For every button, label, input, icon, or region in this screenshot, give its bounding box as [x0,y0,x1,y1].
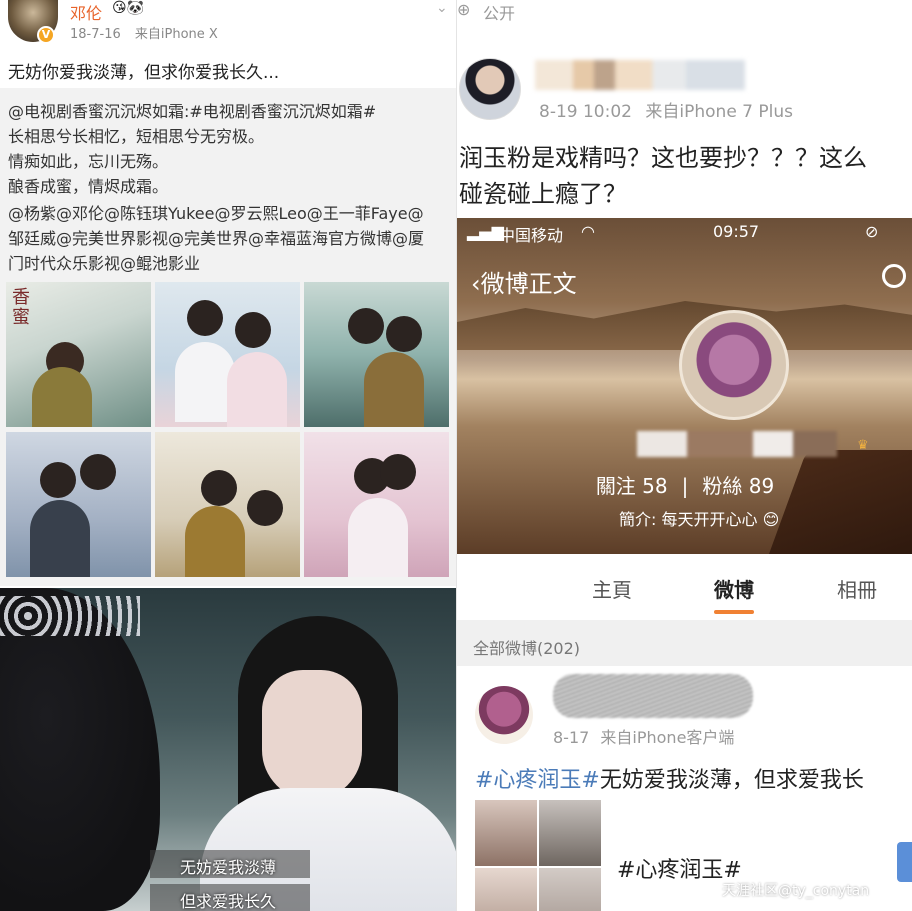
vip-badge-icon: ♛ [857,438,869,453]
author-avatar[interactable] [459,58,521,120]
repost-line-3: 情痴如此，忘川无殇。 [8,152,169,171]
all-posts-label: 全部微博(202) [473,639,581,658]
all-posts-bar[interactable]: 全部微博(202) [457,620,912,666]
profile-avatar-bouquet[interactable] [679,310,789,420]
tab-weibo[interactable]: 微博 [714,574,754,603]
tab-home[interactable]: 主頁 [592,574,632,603]
poster-figure-body [364,352,424,427]
poster-figure [187,300,223,336]
post-image-2[interactable] [539,800,601,866]
poster-thumb-2[interactable] [155,282,300,427]
post-meta: 18-7-16 来自iPhone X [70,23,218,42]
poster-figure [380,454,416,490]
back-label: 微博正文 [480,270,577,298]
post-meta: 8-17 来自iPhone客户端 [553,724,734,748]
link-card-edge [897,842,912,882]
post-image-3[interactable] [475,868,537,911]
post-source: 来自iPhone 7 Plus [645,102,794,122]
embedded-phone-screenshot[interactable]: ▂▄▆ 中国移动 ◠ 09:57 ⊘ ‹微博正文 ♛ 關注 58 | 粉絲 89 簡… [457,218,912,554]
watermark: 天涯社区@ty_conytan [722,883,870,899]
back-button[interactable]: ‹微博正文 [471,264,577,299]
post-image-1[interactable] [475,800,537,866]
right-screenshot-panel: ⊕ 公开 8-19 10:02 来自iPhone 7 Plus 润玉粉是戏精吗？… [456,0,912,911]
author-name-mosaic [535,60,745,90]
still-hair-flowers [0,596,140,636]
post-meta: 8-19 10:02 来自iPhone 7 Plus [539,97,793,122]
poster-thumb-1[interactable]: 香蜜 [6,282,151,427]
post-image-4[interactable] [539,868,601,911]
carrier-label: 中国移动 [499,226,564,245]
post-text: 无妨你爱我淡薄，但求你爱我长久... [8,63,280,83]
poster-thumb-3[interactable] [304,282,449,427]
repost-line-1[interactable]: @电视剧香蜜沉沉烬如霜:#电视剧香蜜沉沉烬如霜# [8,98,376,122]
poster-figure-body [185,506,245,577]
repost-line-4: 酿香成蜜，情烬成霜。 [8,177,169,196]
poster-figure-body [32,367,92,427]
post-text: #心疼润玉#无妨爱我淡薄，但求爱我长 [475,762,864,794]
profile-stats: 關注 58 | 粉絲 89 [457,470,912,499]
poster-thumb-6[interactable] [304,432,449,577]
poster-figure [348,308,384,344]
chevron-left-icon: ‹ [471,270,481,298]
post-source: 来自iPhone客户端 [600,728,735,747]
post-time: 8-17 [553,728,590,747]
poster-figure-body [348,498,408,577]
post-time: 8-19 10:02 [539,102,632,122]
poster-thumb-4[interactable] [6,432,151,577]
poster-figure [80,454,116,490]
poster-figure [235,312,271,348]
stats-divider: | [681,474,689,498]
left-screenshot-panel: V 邓伦 😘🐼 18-7-16 来自iPhone X ⌄ 无妨你爱我淡薄，但求你… [0,0,456,911]
poster-figure [40,462,76,498]
tab-album[interactable]: 相冊 [837,574,877,603]
search-icon[interactable] [882,264,906,288]
profile-bio: 簡介: 每天开开心心 😊 [619,510,780,529]
repost-line-6[interactable]: 邹廷威@完美世界影视@完美世界@幸福蓝海官方微博@厦 [8,225,424,249]
active-tab-indicator [714,610,754,614]
subtitle-line-2: 但求爱我长久 [179,892,276,911]
visibility-label: 公开 [483,4,516,23]
author-name[interactable]: 邓伦 [70,0,102,24]
feed-post[interactable]: 8-17 来自iPhone客户端 #心疼润玉#无妨爱我淡薄，但求爱我长 #心疼润… [457,666,912,911]
poster-calligraphy: 香蜜 [12,287,30,328]
fans-count[interactable]: 粉絲 89 [702,474,774,498]
repost-line-5[interactable]: @杨紫@邓伦@陈钰琪Yukee@罗云熙Leo@王一菲Faye@ [8,200,424,224]
post-source: 来自iPhone X [134,27,218,42]
profile-tabs: 主頁 微博 相冊 [457,554,912,620]
poster-figure-body [30,500,90,577]
poster-figure-body [227,352,287,427]
subtitle-line-1: 无妨爱我淡薄 [179,858,276,877]
chevron-down-icon[interactable]: ⌄ [436,0,448,16]
post-hashtag[interactable]: #心疼润玉# [475,768,600,793]
status-time: 09:57 [713,222,760,241]
repost-line-2: 长相思兮长相忆，短相思兮无穷极。 [8,127,265,146]
poster-figure [201,470,237,506]
poster-figure [247,490,283,526]
alarm-icon: ⊘ [865,222,879,241]
post-body: 无妨爱我淡薄，但求爱我长 [599,768,864,793]
verified-badge-icon: V [37,26,55,44]
poster-figure [386,316,422,352]
post-date: 18-7-16 [70,27,121,42]
author-emoji-icons: 😘🐼 [112,0,145,16]
post-author-avatar[interactable] [475,686,533,744]
scenery-boat [763,450,912,554]
repost-line-7[interactable]: 门时代众乐影视@鲲池影业 [8,250,200,274]
post-text-line-2: 碰瓷碰上瘾了？ [459,180,627,208]
globe-icon: ⊕ [457,0,471,19]
profile-name-mosaic [637,431,837,457]
post-author-name-scribble [553,674,753,718]
follow-count[interactable]: 關注 58 [596,474,668,498]
post-text-line-1: 润玉粉是戏精吗？这也要抄？？？这么 [459,144,867,172]
poster-thumb-5[interactable] [155,432,300,577]
still-figure-face [262,670,362,800]
wifi-icon: ◠ [581,222,595,241]
poster-figure-body [175,342,235,422]
repost-block[interactable]: @电视剧香蜜沉沉烬如霜:#电视剧香蜜沉沉烬如霜# 长相思兮长相忆，短相思兮无穷极… [0,88,456,586]
drama-still-image[interactable]: 无妨爱我淡薄 但求爱我长久 [0,588,456,911]
